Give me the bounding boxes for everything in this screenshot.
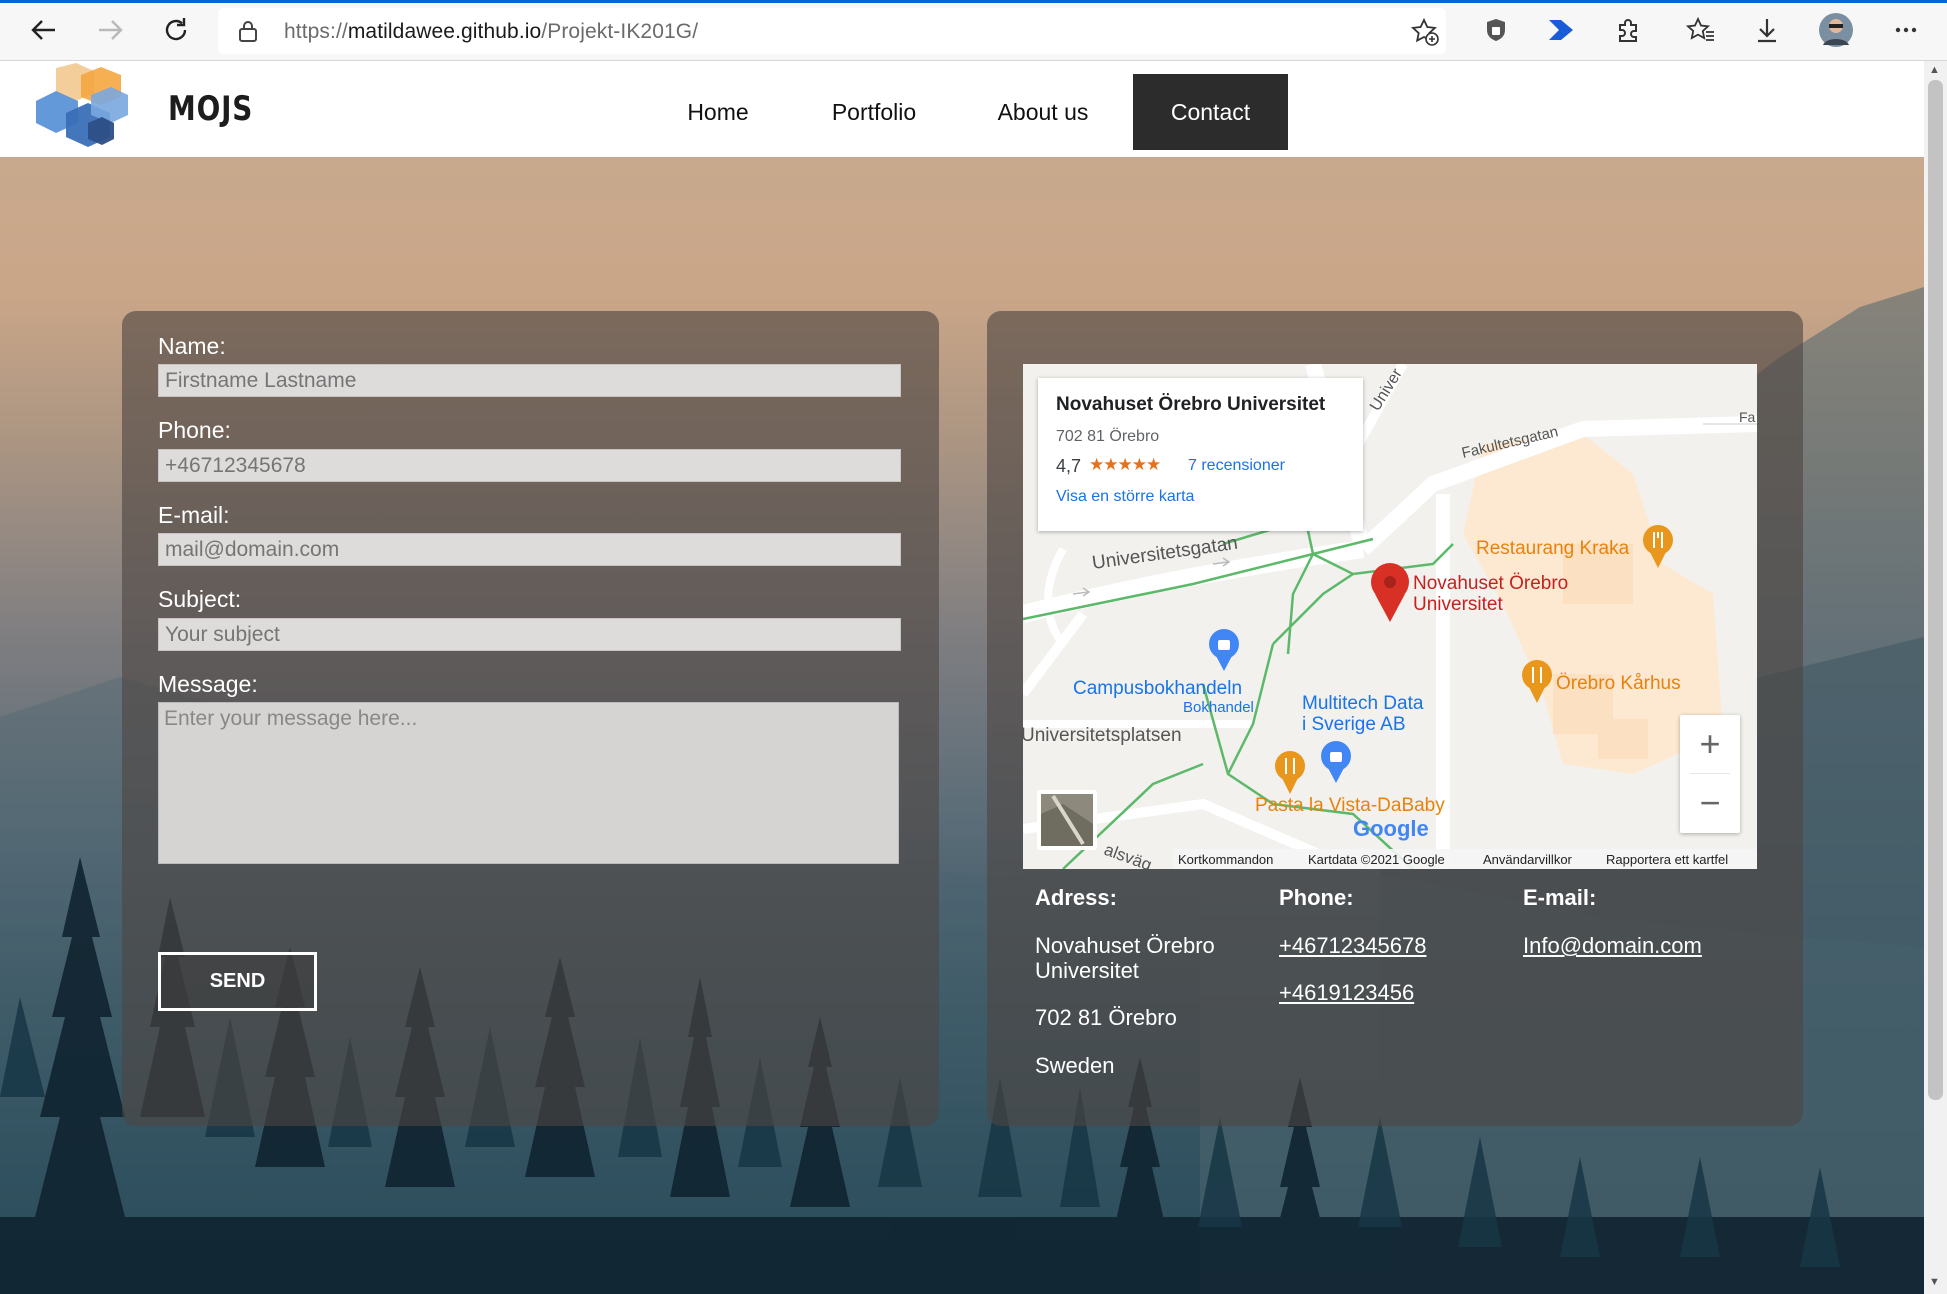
browser-toolbar: https://matildawee.github.io/Projekt-IK2… xyxy=(0,0,1947,61)
reload-icon[interactable] xyxy=(158,12,194,48)
logo-text[interactable]: MOJS xyxy=(168,89,253,129)
favorites-icon[interactable] xyxy=(1683,12,1719,48)
phone-label: Phone: xyxy=(158,417,231,443)
url-text: https://matildawee.github.io/Projekt-IK2… xyxy=(284,20,698,44)
nav-portfolio[interactable]: Portfolio xyxy=(812,74,936,150)
extensions-icon[interactable] xyxy=(1610,12,1646,48)
map-terms-link[interactable]: Användarvillkor xyxy=(1483,852,1573,867)
forward-icon[interactable] xyxy=(92,12,128,48)
nav-home[interactable]: Home xyxy=(667,74,769,150)
phone-link-1[interactable]: +46712345678 xyxy=(1279,933,1426,959)
email-input[interactable] xyxy=(158,533,901,566)
send-button[interactable]: SEND xyxy=(158,952,317,1011)
name-input[interactable] xyxy=(158,364,901,397)
scroll-down-icon[interactable]: ▼ xyxy=(1929,1276,1940,1288)
satellite-view-toggle-icon[interactable] xyxy=(1037,790,1097,850)
arrow-extension-icon[interactable] xyxy=(1543,12,1579,48)
nav-contact[interactable]: Contact xyxy=(1133,74,1288,150)
phone-heading: Phone: xyxy=(1279,885,1354,910)
map-report-link[interactable]: Rapportera ett kartfel xyxy=(1606,852,1728,867)
email-label: E-mail: xyxy=(158,502,230,528)
address-line-1: Novahuset Örebro xyxy=(1035,933,1215,958)
map-label-novahuset-2: Universitet xyxy=(1413,594,1503,615)
message-label: Message: xyxy=(158,671,258,697)
scroll-up-icon[interactable]: ▲ xyxy=(1929,64,1940,76)
google-logo: Google xyxy=(1353,816,1429,841)
map-label-multitech-1: Multitech Data xyxy=(1302,693,1424,714)
map-label-fa: Fa xyxy=(1739,409,1756,425)
profile-avatar[interactable] xyxy=(1818,12,1854,48)
map-label-universitetsplatsen: Universitetsplatsen xyxy=(1023,725,1182,746)
url-path: /Projekt-IK201G/ xyxy=(541,20,699,43)
mojs-logo-icon[interactable] xyxy=(36,63,156,153)
map-label-multitech-2: i Sverige AB xyxy=(1302,714,1406,735)
name-label: Name: xyxy=(158,333,226,359)
address-line-2: Universitet xyxy=(1035,958,1139,983)
address-line-4: Sweden xyxy=(1035,1053,1115,1078)
address-bar[interactable]: https://matildawee.github.io/Projekt-IK2… xyxy=(218,8,1446,54)
map-zoom-controls: + − xyxy=(1680,715,1740,833)
google-map[interactable]: Universitetsgatan Fakultetsgatan Univer … xyxy=(1023,364,1757,869)
phone-link-2[interactable]: +4619123456 xyxy=(1279,980,1414,1006)
phone-input[interactable] xyxy=(158,449,901,482)
map-label-karhus: Örebro Kårhus xyxy=(1556,673,1681,694)
map-card-reviews-link[interactable]: 7 recensioner xyxy=(1188,457,1285,475)
zoom-in-button[interactable]: + xyxy=(1680,715,1740,773)
map-label-restaurang: Restaurang Kraka xyxy=(1476,538,1630,559)
subject-input[interactable] xyxy=(158,618,901,651)
map-label-campus-2: Bokhandel xyxy=(1183,699,1254,716)
downloads-icon[interactable] xyxy=(1749,12,1785,48)
message-textarea[interactable]: Enter your message here... xyxy=(158,702,899,864)
scrollbar-thumb[interactable] xyxy=(1928,80,1943,1100)
map-card-stars: ★★★★★ xyxy=(1089,455,1161,474)
subject-label: Subject: xyxy=(158,586,242,612)
map-shortcuts-link[interactable]: Kortkommandon xyxy=(1178,852,1273,867)
address-line-3: 702 81 Örebro xyxy=(1035,1005,1177,1030)
site-navbar: MOJS Home Portfolio About us Contact xyxy=(0,61,1924,157)
active-tab-indicator xyxy=(0,0,1947,3)
contact-form-panel: Name: Phone: E-mail: Subject: Message: E… xyxy=(122,311,939,1126)
back-icon[interactable] xyxy=(26,12,62,48)
map-data-text: Kartdata ©2021 Google xyxy=(1308,852,1445,867)
zoom-out-button[interactable]: − xyxy=(1680,774,1740,832)
address-heading: Adress: xyxy=(1035,885,1117,910)
shield-extension-icon[interactable] xyxy=(1478,12,1514,48)
web-page: MOJS Home Portfolio About us Contact Nam… xyxy=(0,61,1924,1294)
map-label-pasta: Pasta la Vista-DaBaby xyxy=(1255,795,1445,816)
map-label-novahuset-1: Novahuset Örebro xyxy=(1413,573,1568,594)
add-favorite-icon[interactable] xyxy=(1410,17,1440,52)
map-label-campus-1: Campusbokhandeln xyxy=(1073,678,1242,699)
lock-icon[interactable] xyxy=(238,19,258,48)
url-prefix: https:// xyxy=(284,20,348,43)
email-heading: E-mail: xyxy=(1523,885,1597,910)
map-card-address: 702 81 Örebro xyxy=(1056,428,1160,445)
email-link[interactable]: Info@domain.com xyxy=(1523,933,1702,959)
nav-about-us[interactable]: About us xyxy=(978,74,1108,150)
url-host: matildawee.github.io xyxy=(347,20,542,43)
map-card-rating: 4,7 xyxy=(1056,456,1082,476)
map-info-card: Novahuset Örebro Universitet 702 81 Öreb… xyxy=(1038,378,1363,531)
map-larger-map-link[interactable]: Visa en större karta xyxy=(1056,488,1194,506)
map-card-title: Novahuset Örebro Universitet xyxy=(1056,394,1326,415)
more-icon[interactable] xyxy=(1888,12,1924,48)
